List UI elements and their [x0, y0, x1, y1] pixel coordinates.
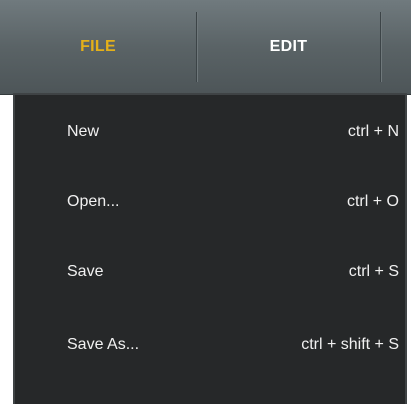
menu-item-save[interactable]: Save ctrl + S: [15, 237, 405, 307]
menu-bar: FILE EDIT: [0, 0, 411, 95]
menu-item-save-as[interactable]: Save As... ctrl + shift + S: [15, 310, 405, 380]
menu-tab-file[interactable]: FILE: [0, 0, 196, 94]
menu-tab-next[interactable]: [381, 0, 411, 94]
menu-item-shortcut: ctrl + N: [347, 123, 399, 140]
menu-item-new[interactable]: New ctrl + N: [15, 97, 405, 167]
file-menu-dropdown: New ctrl + N Open... ctrl + O Save ctrl …: [13, 93, 407, 404]
menu-item-shortcut: ctrl + shift + S: [301, 336, 399, 353]
menu-item-open[interactable]: Open... ctrl + O: [15, 167, 405, 237]
menu-item-shortcut: ctrl + O: [346, 193, 399, 210]
menu-tab-edit[interactable]: EDIT: [197, 0, 380, 94]
menu-item-label: Save As...: [67, 336, 140, 353]
menu-item-label: Save: [67, 263, 104, 280]
menu-item-label: Open...: [67, 193, 120, 210]
menu-item-label: New: [67, 123, 100, 140]
menu-item-shortcut: ctrl + S: [348, 263, 399, 280]
